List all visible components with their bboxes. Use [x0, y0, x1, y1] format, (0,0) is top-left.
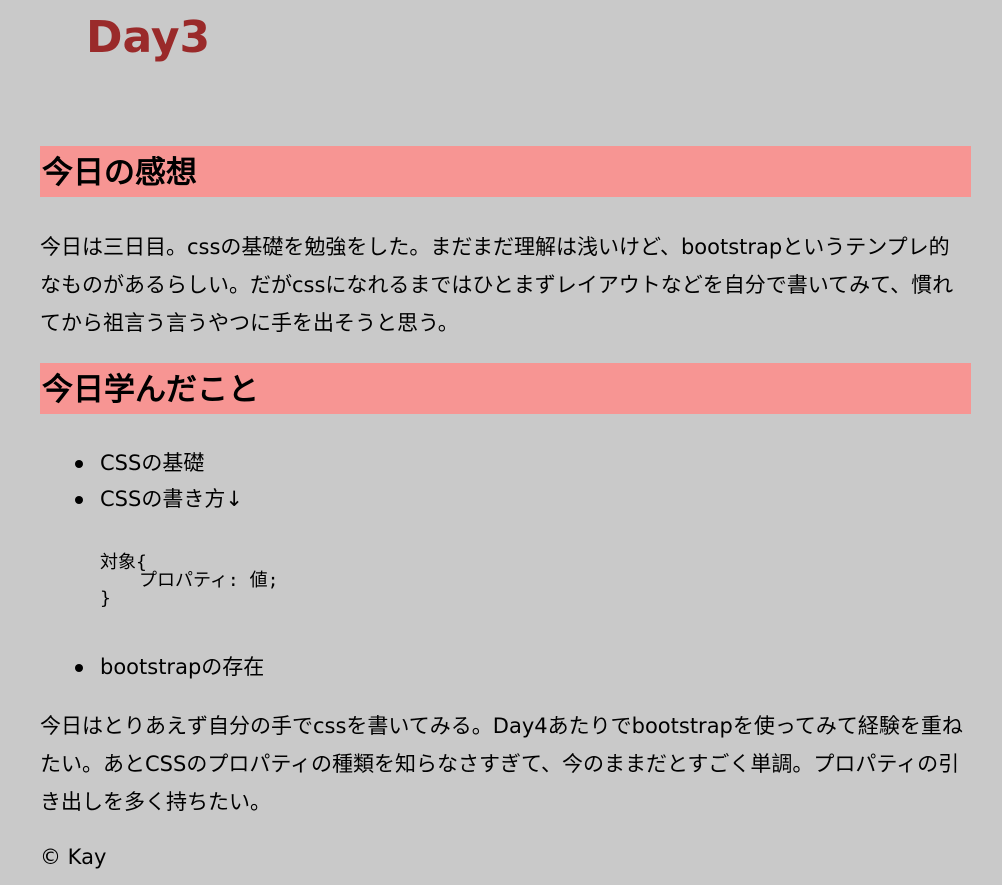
- bullet-icon: [75, 664, 83, 672]
- footer-copyright: © Kay: [40, 845, 107, 869]
- bullet-icon: [75, 496, 83, 504]
- section-heading-learned: 今日学んだこと: [40, 363, 971, 414]
- list-item: CSSの基礎: [75, 446, 205, 480]
- list-item: bootstrapの存在: [75, 650, 265, 684]
- bullet-icon: [75, 460, 83, 468]
- closing-paragraph: 今日はとりあえず自分の手でcssを書いてみる。Day4あたりでbootstrap…: [40, 714, 963, 814]
- page-title: Day3: [86, 12, 211, 63]
- impressions-paragraph: 今日は三日目。cssの基礎を勉強をした。まだまだ理解は浅いけど、bootstra…: [40, 235, 954, 335]
- section-heading-impressions: 今日の感想: [40, 146, 971, 197]
- code-line-property: プロパティ: 値;: [139, 570, 279, 591]
- code-line-close: }: [100, 588, 111, 609]
- list-item-label: CSSの基礎: [100, 451, 205, 475]
- list-item: CSSの書き方↓: [75, 482, 243, 516]
- list-item-label: CSSの書き方↓: [100, 487, 243, 511]
- list-item-label: bootstrapの存在: [100, 655, 265, 679]
